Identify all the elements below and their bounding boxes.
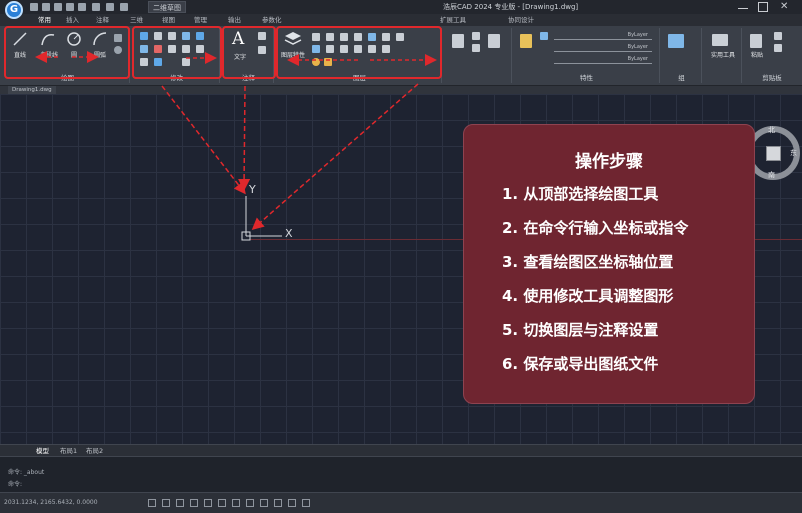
groups-panel-label: 组 [678, 74, 685, 82]
tab-3d[interactable]: 三维 [130, 15, 143, 25]
layout-tab-bar: 模型 布局1 布局2 [0, 444, 802, 456]
tab-annotate[interactable]: 注释 [96, 15, 109, 25]
step-item: 6. 保存或导出图纸文件 [502, 355, 659, 373]
save-as-icon[interactable] [66, 3, 74, 11]
cut-icon[interactable] [774, 44, 782, 52]
match-properties-tool-icon[interactable] [520, 34, 532, 48]
tab-extensions[interactable]: 扩展工具 [440, 15, 466, 25]
undo-icon[interactable] [92, 3, 100, 11]
draw-panel-highlight [4, 26, 130, 79]
paste-tool-icon[interactable] [750, 34, 762, 48]
ribbon: 直线 多段线 圆 圆弧 绘图 修改 A 文字 注释 图层特性 图层 ByLaye… [0, 26, 802, 86]
measure-tool-icon[interactable] [712, 34, 728, 46]
print-icon[interactable] [78, 3, 86, 11]
tab-model[interactable]: 模型 [36, 446, 49, 456]
drawing-file-tab[interactable]: Drawing1.dwg [8, 86, 56, 94]
open-file-icon[interactable] [42, 3, 50, 11]
linetype-dropdown[interactable]: ByLayer [554, 44, 652, 52]
tab-manage[interactable]: 管理 [194, 15, 207, 25]
dynamic-input-icon[interactable] [274, 499, 282, 507]
lineweight-toggle-icon[interactable] [232, 499, 240, 507]
annotation-panel-highlight [222, 26, 276, 79]
tab-collaboration[interactable]: 协同设计 [508, 15, 534, 25]
layers-panel-highlight [276, 26, 442, 79]
steps-card: 操作步骤 1. 从顶部选择绘图工具 2. 在命令行输入坐标或指令 3. 查看绘图… [463, 124, 755, 404]
window-title: 浩辰CAD 2024 专业版 - [Drawing1.dwg] [443, 3, 579, 11]
step-item: 4. 使用修改工具调整图形 [502, 287, 674, 305]
block-panel [446, 28, 512, 83]
properties-panel: ByLayer ByLayer ByLayer 特性 [514, 28, 660, 83]
edit-block-icon[interactable] [472, 44, 480, 52]
ribbon-tab-bar: 常用 插入 注释 三维 视图 管理 输出 参数化 扩展工具 协同设计 [0, 14, 802, 26]
color-dropdown[interactable]: ByLayer [554, 32, 652, 40]
groups-panel: 组 [662, 28, 702, 83]
view-cube-face[interactable] [766, 146, 781, 161]
tab-output[interactable]: 输出 [228, 15, 241, 25]
redo-icon[interactable] [106, 3, 114, 11]
otrack-toggle-icon[interactable] [218, 499, 226, 507]
step-item: 3. 查看绘图区坐标轴位置 [502, 253, 674, 271]
color-swatch-icon[interactable] [540, 32, 548, 40]
status-bar: 2031.1234, 2165.6432, 0.0000 [0, 492, 802, 513]
step-item: 5. 切换图层与注释设置 [502, 321, 659, 339]
minimize-icon[interactable] [738, 2, 748, 9]
create-block-icon[interactable] [472, 32, 480, 40]
title-bar: 二维草图 浩辰CAD 2024 专业版 - [Drawing1.dwg] ✕ [0, 0, 802, 14]
tab-layout1[interactable]: 布局1 [60, 446, 77, 456]
utilities-panel: 实用工具 [704, 28, 742, 83]
group-tool-icon[interactable] [668, 34, 684, 48]
snap-toggle-icon[interactable] [148, 499, 156, 507]
copy-clip-icon[interactable] [774, 32, 782, 40]
tab-insert[interactable]: 插入 [66, 15, 79, 25]
match-properties-icon[interactable] [120, 3, 128, 11]
app-logo-icon[interactable]: G [5, 1, 23, 19]
tab-parametric[interactable]: 参数化 [262, 15, 282, 25]
view-cube-north[interactable]: 北 [768, 125, 775, 135]
osnap-toggle-icon[interactable] [204, 499, 212, 507]
linetype-dropdown-value: ByLayer [627, 44, 648, 50]
view-cube-east[interactable]: 东 [790, 148, 797, 158]
selection-cycle-icon[interactable] [260, 499, 268, 507]
new-file-icon[interactable] [30, 3, 38, 11]
transparency-toggle-icon[interactable] [246, 499, 254, 507]
qr-code-icon[interactable] [488, 34, 500, 48]
tab-view[interactable]: 视图 [162, 15, 175, 25]
lineweight-dropdown[interactable]: ByLayer [554, 56, 652, 64]
workspace-settings-icon[interactable] [302, 499, 310, 507]
paste-tool-label: 粘贴 [750, 52, 763, 59]
ortho-toggle-icon[interactable] [176, 499, 184, 507]
close-icon[interactable]: ✕ [780, 2, 790, 12]
grid-toggle-icon[interactable] [162, 499, 170, 507]
command-prompt[interactable]: 命令: [8, 479, 22, 488]
view-cube-south[interactable]: 南 [768, 170, 775, 180]
ucs-y-label: Y [249, 183, 256, 196]
cad-application-window: 二维草图 浩辰CAD 2024 专业版 - [Drawing1.dwg] ✕ G… [0, 0, 802, 513]
annotation-scale-icon[interactable] [288, 499, 296, 507]
insert-block-icon[interactable] [452, 34, 464, 48]
steps-title: 操作步骤 [575, 152, 643, 172]
tab-layout2[interactable]: 布局2 [86, 446, 103, 456]
command-history-line: 命令: _about [8, 469, 45, 476]
command-line[interactable]: 命令: _about 命令: [0, 456, 802, 492]
tab-home[interactable]: 常用 [38, 15, 51, 25]
polar-toggle-icon[interactable] [190, 499, 198, 507]
step-item: 2. 在命令行输入坐标或指令 [502, 219, 689, 237]
save-file-icon[interactable] [54, 3, 62, 11]
cursor-coordinates: 2031.1234, 2165.6432, 0.0000 [4, 499, 98, 506]
step-item: 1. 从顶部选择绘图工具 [502, 185, 659, 203]
lineweight-dropdown-value: ByLayer [627, 56, 648, 62]
clipboard-panel: 粘贴 剪贴板 [744, 28, 800, 83]
modify-panel-highlight [132, 26, 222, 79]
utilities-label: 实用工具 [710, 52, 735, 59]
clipboard-panel-label: 剪贴板 [762, 74, 782, 82]
document-tab-bar: Drawing1.dwg [0, 86, 802, 94]
maximize-icon[interactable] [758, 2, 768, 12]
properties-panel-label: 特性 [580, 74, 593, 82]
workspace-switcher[interactable]: 二维草图 [148, 1, 186, 13]
color-dropdown-value: ByLayer [627, 32, 648, 38]
ucs-x-label: X [285, 227, 293, 240]
